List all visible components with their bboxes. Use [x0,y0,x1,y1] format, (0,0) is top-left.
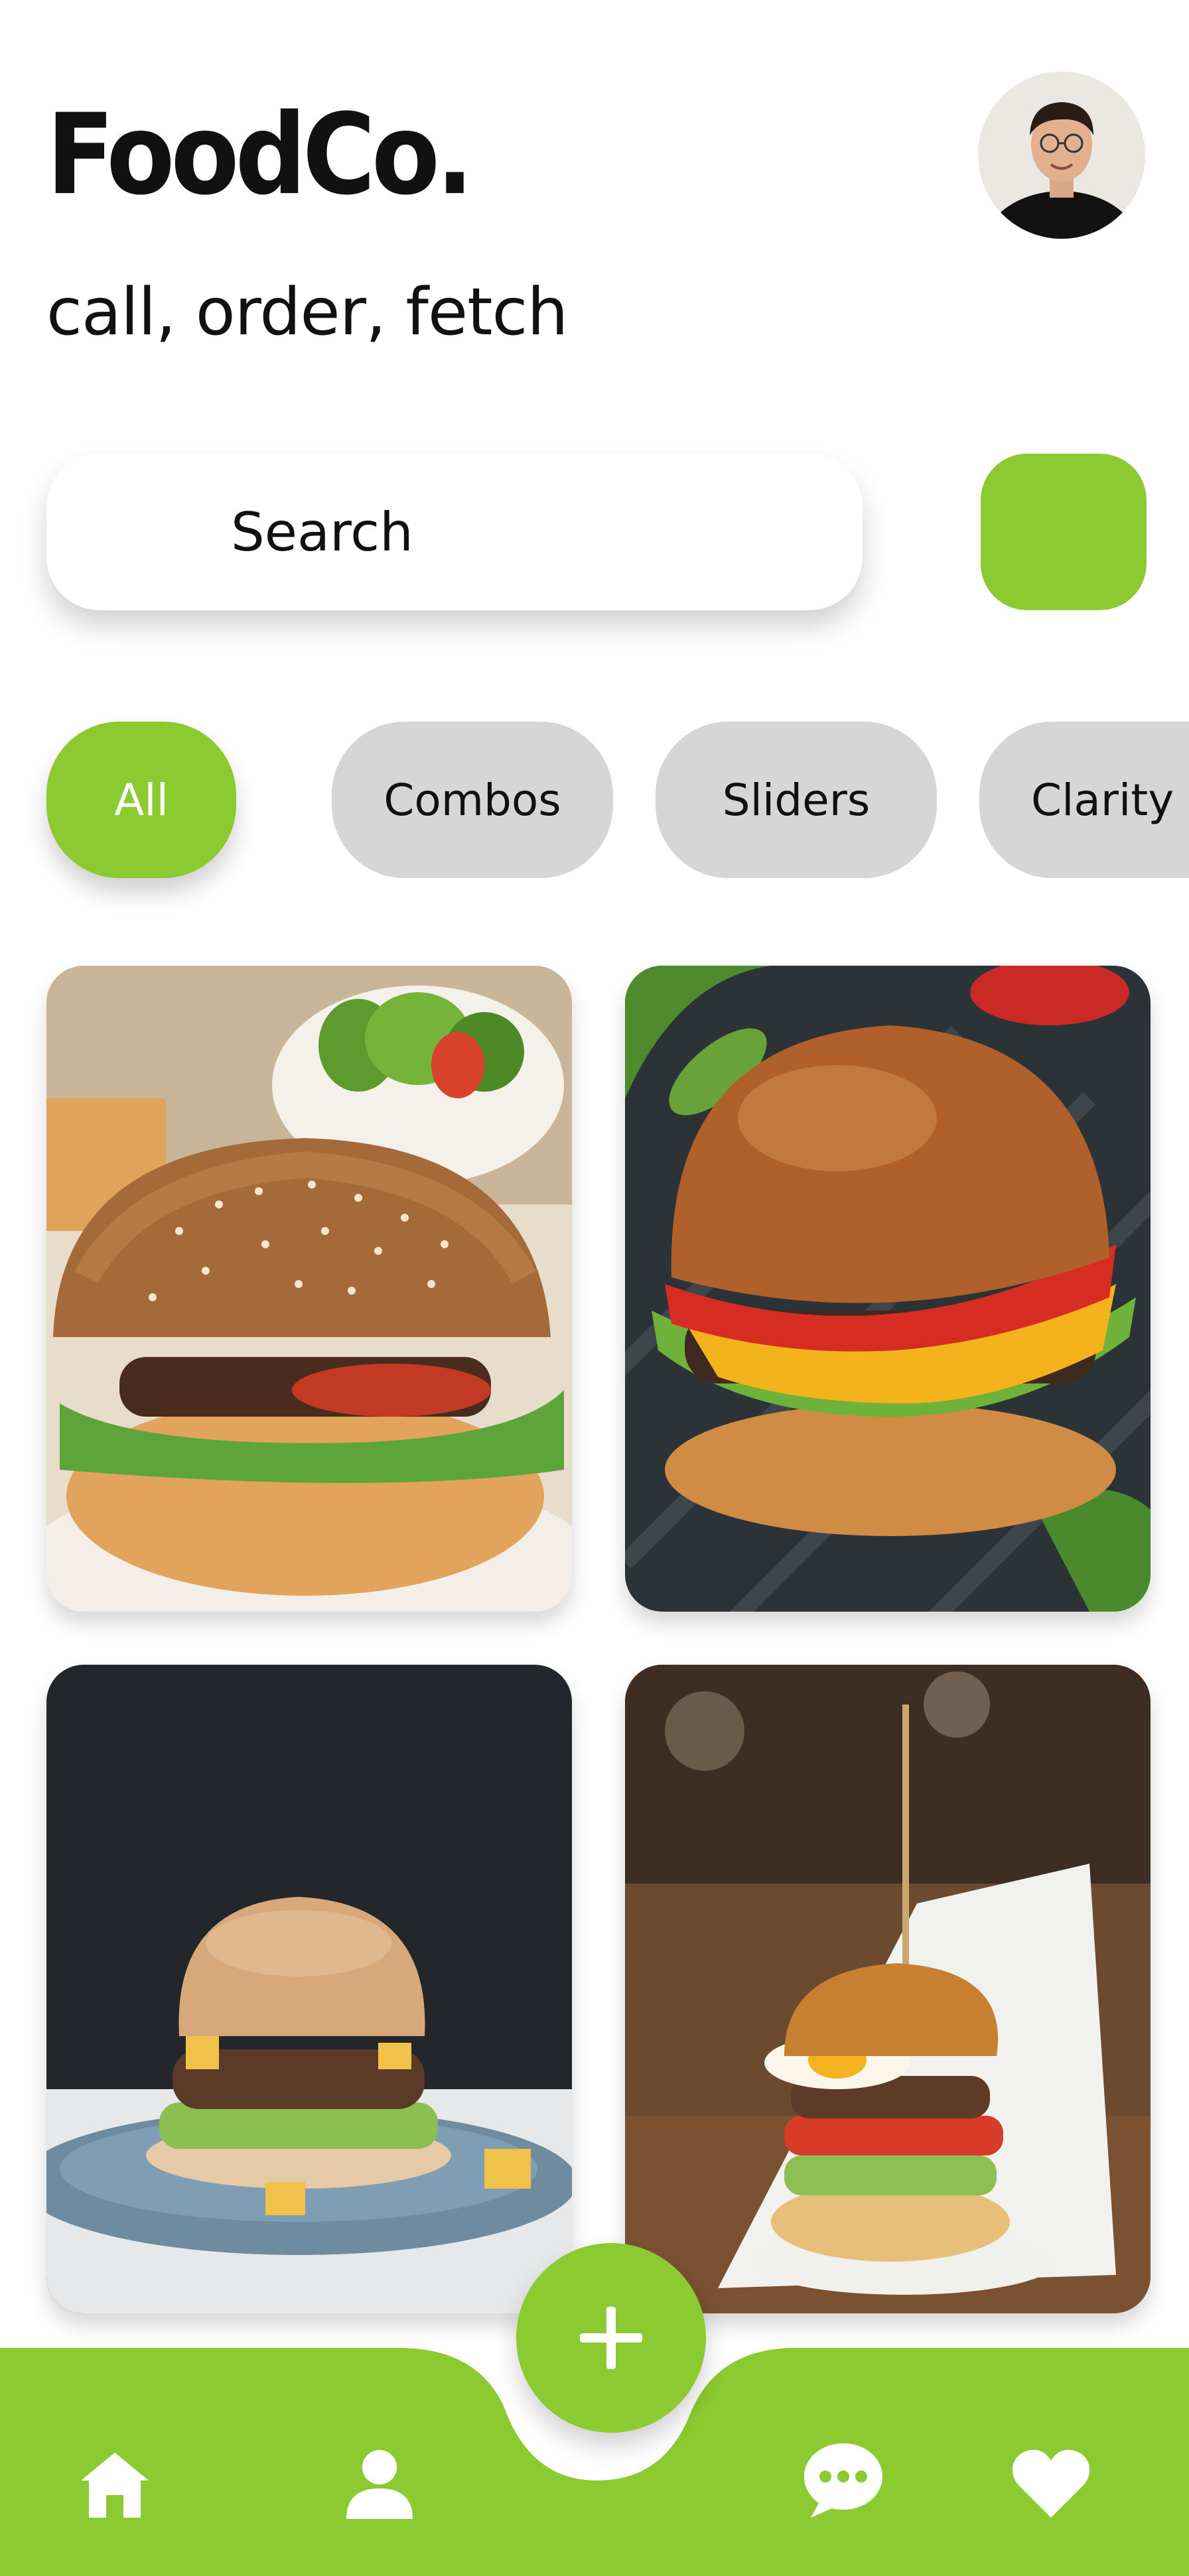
product-card[interactable] [625,966,1151,1612]
filter-button[interactable] [981,454,1147,610]
tagline: call, order, fetch [46,275,569,350]
veggie-burger-on-blue-plate-photo [46,1665,572,2313]
add-icon [580,2307,642,2369]
chip-label: Sliders [722,774,871,826]
user-avatar[interactable] [978,72,1145,239]
search-placeholder: Search [231,501,413,563]
heart-icon[interactable] [1010,2446,1092,2520]
chat-icon[interactable] [802,2441,885,2519]
chip-label: Clarity [1031,774,1174,826]
egg-burger-with-skewer-photo [625,1665,1151,2313]
avatar-image [978,72,1145,239]
cheese-burger-on-slate-photo [625,966,1151,1612]
product-card[interactable] [46,966,572,1612]
chip-label: Combos [384,774,561,826]
search-input[interactable]: Search [46,454,863,610]
chip-label: All [114,774,169,826]
chip-all[interactable]: All [46,722,236,878]
home-icon[interactable] [78,2449,151,2522]
chip-clarity[interactable]: Clarity [979,722,1189,878]
app-logo: FoodCo. [46,90,474,220]
product-card[interactable] [46,1665,572,2313]
sesame-burger-with-salad-photo [46,966,572,1612]
chip-sliders[interactable]: Sliders [656,722,937,878]
product-card[interactable] [625,1665,1151,2313]
chip-combos[interactable]: Combos [332,722,613,878]
profile-icon[interactable] [342,2447,417,2522]
add-button[interactable] [516,2243,706,2433]
